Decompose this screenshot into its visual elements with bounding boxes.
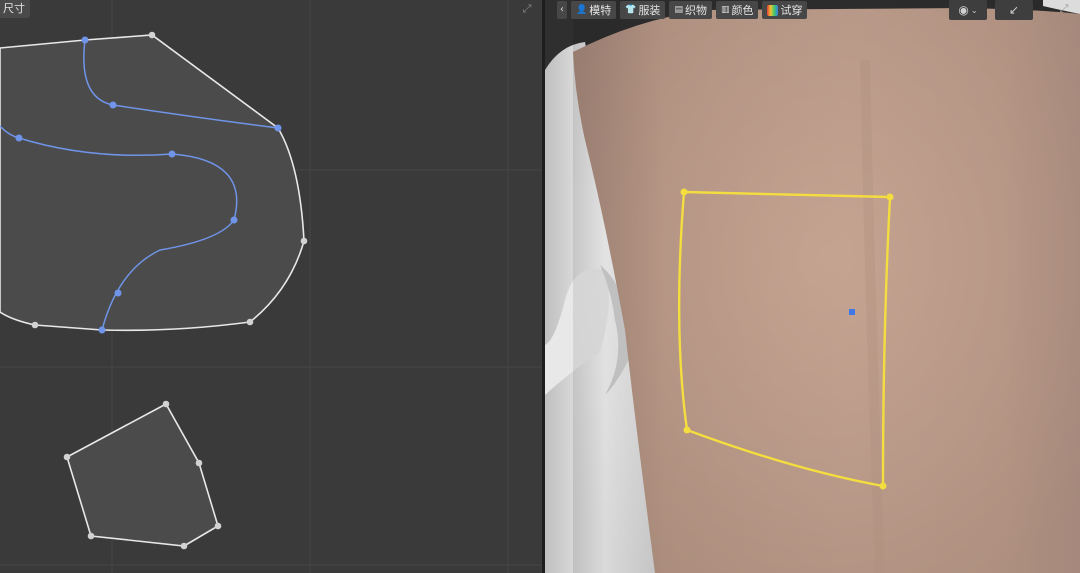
pattern-point xyxy=(214,522,222,530)
toolbar-label: 模特 xyxy=(589,4,612,17)
pattern-point xyxy=(680,188,688,196)
collapse-button[interactable]: ↙ xyxy=(995,0,1033,20)
fabric-icon: ▤ xyxy=(674,5,683,15)
color-swatch-icon: ▥ xyxy=(720,5,730,15)
view-controls: ◉ ⌄ xyxy=(949,0,987,20)
internal-point xyxy=(98,326,106,334)
toolbar-button-avatar[interactable]: 👤 模特 xyxy=(571,1,617,19)
avatar-icon: 👤 xyxy=(576,5,588,15)
pattern-point xyxy=(87,532,95,540)
toolbar-button-color[interactable]: ▥ 颜色 xyxy=(715,1,759,19)
pattern-point xyxy=(162,400,170,408)
toolbar-label: 试穿 xyxy=(780,4,803,17)
expand-icon[interactable]: ⤢ xyxy=(520,2,534,16)
pattern-point xyxy=(148,31,156,39)
chevron-left-icon[interactable]: ‹ xyxy=(557,1,567,19)
pattern-point xyxy=(31,321,39,329)
toolbar-label: 服装 xyxy=(638,4,661,17)
internal-point xyxy=(168,150,176,158)
gizmo-point xyxy=(849,309,855,315)
pattern-point xyxy=(63,453,71,461)
pattern-point xyxy=(886,193,894,201)
toolbar-label: 织物 xyxy=(684,4,707,17)
internal-point xyxy=(109,101,117,109)
avatar-toolbar: ‹ 👤 模特 👕 服装 ▤ 织物 ▥ 颜色 试穿 xyxy=(545,0,808,20)
pattern-canvas[interactable] xyxy=(0,0,542,573)
pattern-point xyxy=(879,482,887,490)
avatar-viewport[interactable] xyxy=(545,0,1080,573)
internal-point xyxy=(114,289,122,297)
pattern-point xyxy=(300,237,308,245)
toolbar-button-garment[interactable]: 👕 服装 xyxy=(620,1,666,19)
avatar-3d-window[interactable]: ‹ 👤 模特 👕 服装 ▤ 织物 ▥ 颜色 试穿 ◉ ⌄ ↙ ⤢ xyxy=(545,0,1080,573)
collapse-icon: ↙ xyxy=(1008,3,1020,17)
pattern-piece-patch[interactable] xyxy=(66,402,219,547)
size-tab[interactable]: 尺寸 xyxy=(0,0,30,18)
pattern-piece-back[interactable] xyxy=(0,34,305,332)
internal-point xyxy=(15,134,23,142)
toolbar-label: 颜色 xyxy=(731,4,754,17)
toolbar-button-fabric[interactable]: ▤ 织物 xyxy=(669,1,712,19)
tshirt-icon: 👕 xyxy=(625,5,637,15)
toolbar-button-simulate[interactable]: 试穿 xyxy=(762,1,808,19)
pattern-2d-window[interactable]: 尺寸 ⤢ xyxy=(0,0,542,573)
pattern-point xyxy=(246,318,254,326)
view-controls-2: ↙ xyxy=(995,0,1033,20)
pattern-point xyxy=(683,426,691,434)
expand-icon[interactable]: ⤢ xyxy=(1057,2,1071,16)
internal-point xyxy=(274,124,282,132)
pattern-point xyxy=(180,542,188,550)
simulate-icon xyxy=(767,4,779,16)
camera-icon: ◉ xyxy=(958,3,969,17)
pattern-point xyxy=(195,459,203,467)
camera-button[interactable]: ◉ ⌄ xyxy=(949,0,987,20)
internal-point xyxy=(230,216,238,224)
internal-point xyxy=(81,36,89,44)
